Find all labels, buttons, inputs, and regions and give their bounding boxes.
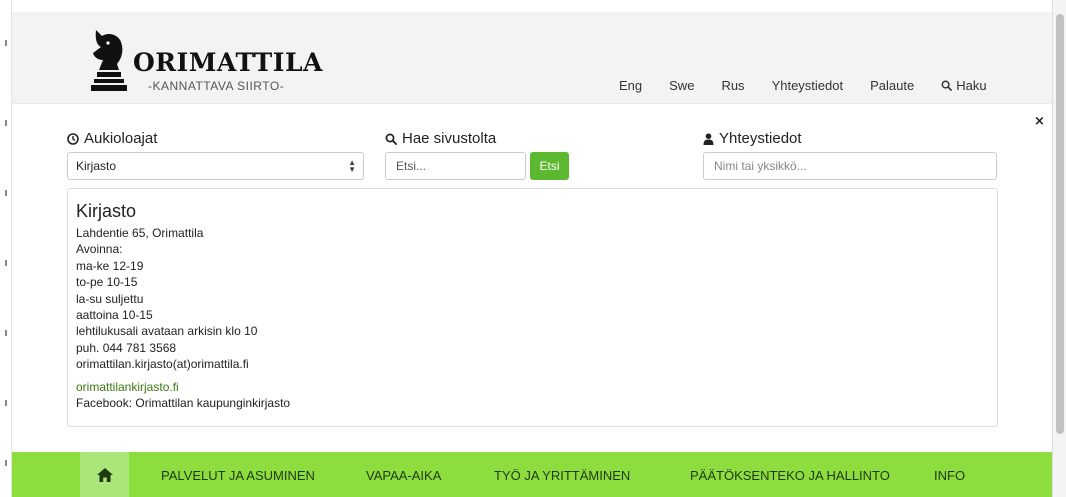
opening-hours-info-box: Kirjasto Lahdentie 65, Orimattila Avoinn…: [67, 188, 998, 427]
facebook-line: Facebook: Orimattilan kaupunginkirjasto: [76, 396, 291, 410]
search-icon: [941, 80, 953, 91]
opening-hours-selected-value: Kirjasto: [76, 159, 117, 173]
opening-hours-title: Aukioloajat: [84, 130, 158, 147]
nav-swe-link[interactable]: Swe: [669, 78, 694, 93]
nav-work-business[interactable]: TYÖ JA YRITTÄMINEN: [494, 468, 630, 483]
nav-services-housing[interactable]: PALVELUT JA ASUMINEN: [161, 468, 315, 483]
location-details: Lahdentie 65, Orimattila Avoinna: ma-ke …: [76, 225, 257, 373]
contacts-title: Yhteystiedot: [719, 130, 802, 147]
email-line: orimattilan.kirjasto(at)orimattila.fi: [76, 357, 249, 372]
brand-tagline: -KANNATTAVA SIIRTO-: [148, 79, 285, 93]
brand-name: ORIMATTILA: [133, 48, 323, 77]
home-icon: [96, 467, 113, 482]
location-name: Kirjasto: [76, 201, 137, 221]
address-line: Lahdentie 65, Orimattila: [76, 226, 204, 240]
nav-eng-link[interactable]: Eng: [619, 78, 642, 93]
left-window-edge: [0, 0, 12, 497]
scrollbar-thumb[interactable]: [1056, 14, 1064, 434]
site-search-input[interactable]: Etsi...: [385, 152, 526, 180]
contacts-heading: Yhteystiedot: [703, 130, 802, 147]
close-panel-button[interactable]: ×: [1034, 114, 1045, 129]
opening-hours-heading: Aukioloajat: [67, 130, 157, 147]
hours-line: to-pe 10-15: [76, 275, 138, 290]
nav-decision-making[interactable]: PÄÄTÖKSENTEKO JA HALLINTO: [690, 468, 890, 483]
hours-line: la-su suljettu: [76, 291, 144, 306]
site-logo[interactable]: ORIMATTILA -KANNATTAVA SIIRTO-: [88, 26, 322, 96]
site-search-heading: Hae sivustolta: [385, 130, 496, 147]
opening-hours-select[interactable]: Kirjasto ▲ ▼: [67, 152, 364, 180]
top-navigation: Eng Swe Rus Yhteystiedot Palaute Haku: [619, 78, 1014, 93]
nav-rus-link[interactable]: Rus: [721, 78, 744, 93]
nav-contacts-link[interactable]: Yhteystiedot: [772, 78, 844, 93]
hours-line: ma-ke 12-19: [76, 258, 144, 273]
home-button[interactable]: [80, 452, 129, 497]
nav-leisure[interactable]: VAPAA-AIKA: [366, 468, 441, 483]
contacts-search-input[interactable]: Nimi tai yksikkö...: [703, 152, 997, 180]
phone-line: puh. 044 781 3568: [76, 340, 177, 355]
quick-info-panel: × Aukioloajat Hae sivustolta Yhteystiedo…: [12, 104, 1052, 452]
user-icon: [703, 132, 714, 145]
nav-feedback-link[interactable]: Palaute: [870, 78, 914, 93]
search-icon: [385, 133, 397, 145]
site-search-button[interactable]: Etsi: [530, 152, 569, 180]
main-navigation-bar: PALVELUT JA ASUMINEN VAPAA-AIKA TYÖ JA Y…: [12, 452, 1052, 497]
open-label: Avoinna:: [76, 242, 123, 257]
nav-info[interactable]: INFO: [934, 468, 965, 483]
nav-search-link[interactable]: Haku: [941, 78, 1013, 93]
select-arrows-icon: ▲ ▼: [348, 158, 356, 174]
reading-room-line: lehtilukusali avataan arkisin klo 10: [76, 324, 258, 339]
hours-line: aattoina 10-15: [76, 308, 153, 323]
site-header: ORIMATTILA -KANNATTAVA SIIRTO- Eng Swe R…: [12, 12, 1052, 104]
vertical-scrollbar[interactable]: [1052, 0, 1066, 497]
page: ORIMATTILA -KANNATTAVA SIIRTO- Eng Swe R…: [12, 12, 1052, 497]
library-website-link[interactable]: orimattilankirjasto.fi: [76, 380, 179, 394]
site-search-title: Hae sivustolta: [402, 130, 497, 147]
chess-knight-icon: [91, 30, 127, 91]
clock-icon: [67, 132, 79, 145]
nav-search-label: Haku: [956, 78, 987, 93]
